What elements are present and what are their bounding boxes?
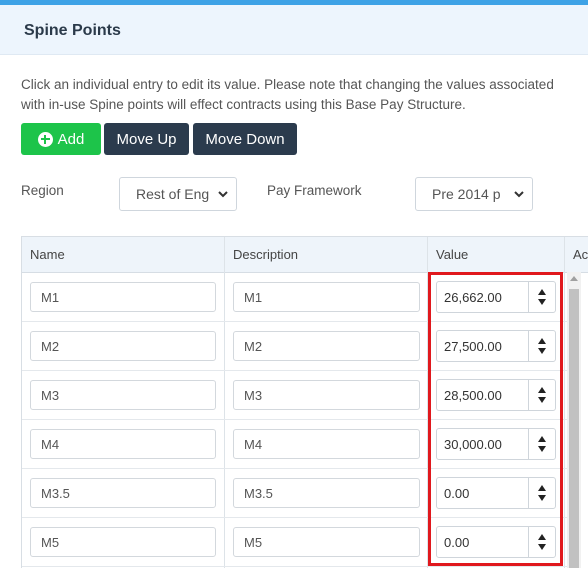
description-input[interactable]: M5 bbox=[233, 527, 420, 557]
column-header-description[interactable]: Description bbox=[233, 247, 298, 262]
description-input[interactable]: M2 bbox=[233, 331, 420, 361]
region-select-value: Rest of Eng bbox=[136, 186, 210, 202]
column-header-value[interactable]: Value bbox=[436, 247, 468, 262]
move-down-button[interactable]: Move Down bbox=[193, 123, 297, 155]
name-input[interactable]: M3 bbox=[30, 380, 216, 410]
chevron-down-icon bbox=[218, 191, 228, 198]
column-header-name[interactable]: Name bbox=[30, 247, 65, 262]
plus-circle-icon bbox=[37, 131, 53, 147]
description-input[interactable]: M3 bbox=[233, 380, 420, 410]
region-select[interactable]: Rest of Eng bbox=[119, 177, 237, 211]
description-input[interactable]: M4 bbox=[233, 429, 420, 459]
description-input[interactable]: M3.5 bbox=[233, 478, 420, 508]
pay-framework-label: Pay Framework bbox=[267, 183, 362, 198]
instruction-note: Click an individual entry to edit its va… bbox=[21, 77, 554, 112]
description-input[interactable]: M1 bbox=[233, 282, 420, 312]
pay-framework-select-value: Pre 2014 p bbox=[432, 186, 501, 202]
chevron-down-icon bbox=[514, 191, 524, 198]
name-input[interactable]: M3.5 bbox=[30, 478, 216, 508]
add-button[interactable]: Add bbox=[21, 123, 101, 155]
value-column-highlight bbox=[428, 272, 563, 566]
table-header: Name Description Value Ac bbox=[22, 237, 588, 273]
scrollbar-thumb[interactable] bbox=[569, 289, 579, 568]
name-input[interactable]: M1 bbox=[30, 282, 216, 312]
spine-points-panel: Spine Points Click an individual entry t… bbox=[0, 0, 588, 568]
move-up-button[interactable]: Move Up bbox=[104, 123, 189, 155]
panel-title: Spine Points bbox=[24, 22, 121, 39]
scroll-up-arrow-icon[interactable] bbox=[570, 276, 578, 281]
name-input[interactable]: M5 bbox=[30, 527, 216, 557]
add-button-label: Add bbox=[57, 130, 85, 148]
region-label: Region bbox=[21, 183, 64, 198]
panel-header: Spine Points bbox=[0, 5, 588, 55]
table-scrollbar[interactable] bbox=[567, 272, 581, 568]
pay-framework-select[interactable]: Pre 2014 p bbox=[415, 177, 533, 211]
name-input[interactable]: M2 bbox=[30, 331, 216, 361]
column-header-actions[interactable]: Ac bbox=[573, 247, 588, 262]
name-input[interactable]: M4 bbox=[30, 429, 216, 459]
